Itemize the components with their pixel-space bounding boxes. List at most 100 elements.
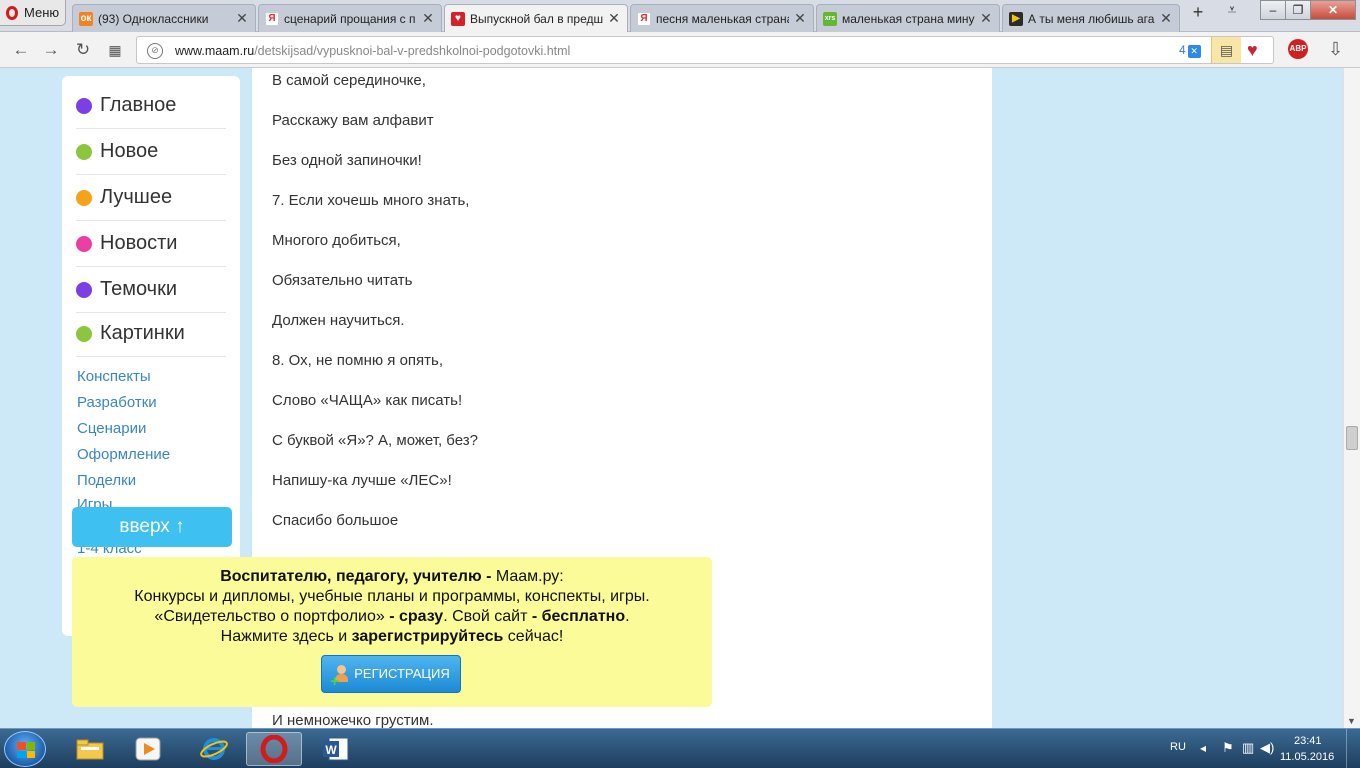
tab-minus[interactable]: xrs маленькая страна мину ✕	[816, 4, 1000, 32]
tab-title: А ты меня любишь ага	[1028, 11, 1155, 26]
tab-close-icon[interactable]: ✕	[1159, 10, 1173, 27]
sidebar-item-topics[interactable]: Темочки	[76, 267, 226, 313]
tab-close-icon[interactable]: ✕	[421, 10, 435, 27]
promo-line-1: Воспитателю, педагогу, учителю - Маам.ру…	[220, 568, 564, 585]
tab-close-icon[interactable]: ✕	[607, 10, 621, 27]
sidebar-item-best[interactable]: Лучшее	[76, 175, 226, 221]
tab-title: песня маленькая страна	[656, 11, 789, 26]
opera-icon[interactable]	[246, 732, 302, 766]
start-button[interactable]	[4, 731, 46, 767]
new-tab-icon[interactable]: +	[1184, 2, 1212, 23]
tab-title: Выпускной бал в предш	[470, 11, 603, 26]
maam-heart-icon: ♥	[451, 11, 465, 26]
scrollbar-thumb[interactable]	[1346, 426, 1358, 450]
tab-menu-icon[interactable]: ⩡	[1218, 2, 1246, 20]
word-icon[interactable]: W	[308, 732, 364, 766]
sidebar-link-scenarii[interactable]: Сценарии	[77, 420, 146, 437]
reload-icon[interactable]: ↻	[72, 40, 94, 60]
url-text[interactable]: www.maam.ru/detskijsad/vypusknoi-bal-v-p…	[175, 44, 570, 58]
adblock-plus-icon[interactable]: ABP	[1288, 39, 1308, 59]
odnoklassniki-icon: ок	[79, 11, 93, 26]
speed-dial-icon[interactable]: ▦	[104, 42, 126, 59]
maximize-icon[interactable]: ❐	[1285, 0, 1311, 20]
show-hidden-icons-icon[interactable]: ◂	[1200, 741, 1206, 755]
sidebar-link-podelki[interactable]: Поделки	[77, 472, 136, 489]
site-info-icon[interactable]: ⊘	[147, 43, 163, 59]
article-line: И немножечко грустим.	[272, 712, 434, 729]
file-explorer-icon[interactable]	[62, 732, 118, 766]
article-line: Спасибо большое	[272, 512, 399, 529]
language-indicator[interactable]: RU	[1170, 741, 1186, 753]
sidebar-link-oformlenie[interactable]: Оформление	[77, 446, 170, 463]
tab-close-icon[interactable]: ✕	[979, 10, 993, 27]
sidebar-item-new[interactable]: Новое	[76, 129, 226, 175]
bullet-icon	[76, 325, 92, 342]
yandex-icon: Я	[265, 11, 279, 26]
register-button-label: РЕГИСТРАЦИЯ	[354, 666, 450, 681]
minimize-icon[interactable]: –	[1260, 0, 1286, 20]
register-button[interactable]: + РЕГИСТРАЦИЯ	[321, 655, 461, 693]
article-line: Расскажу вам алфавит	[272, 112, 434, 129]
ad-blocker-badge[interactable]: 4 ✕	[1179, 43, 1201, 58]
back-icon[interactable]: ←	[10, 40, 32, 60]
registration-promo-banner[interactable]: Воспитателю, педагогу, учителю - Маам.ру…	[72, 557, 712, 707]
tab-vypusknoi-bal[interactable]: ♥ Выпускной бал в предш ✕	[444, 4, 628, 32]
show-desktop-button[interactable]	[1346, 729, 1360, 768]
sidebar-item-news[interactable]: Новости	[76, 221, 226, 267]
navigation-bar: ← → ↻ ▦ ⊘ www.maam.ru/detskijsad/vypuskn…	[0, 32, 1360, 68]
reading-list-icon[interactable]: ▤	[1211, 37, 1241, 63]
sidebar-item-label: Темочки	[100, 278, 177, 300]
forward-icon[interactable]: →	[40, 40, 62, 60]
action-center-flag-icon[interactable]: ⚑	[1222, 740, 1234, 756]
close-window-icon[interactable]: ✕	[1310, 0, 1356, 20]
article-line: Без одной запиночки!	[272, 152, 422, 169]
add-user-icon: +	[330, 665, 350, 690]
sidebar-item-label: Новое	[100, 140, 159, 162]
scroll-down-icon[interactable]: ▼	[1347, 716, 1356, 726]
tab-strip: Меню ок (93) Одноклассники ✕ Я сценарий …	[0, 0, 1360, 32]
tab-close-icon[interactable]: ✕	[235, 10, 249, 27]
tab-song[interactable]: Я песня маленькая страна ✕	[630, 4, 814, 32]
network-icon[interactable]: ▥	[1242, 740, 1254, 756]
article-line: Слово «ЧАЩА» как писать!	[272, 392, 463, 409]
opera-logo-icon	[6, 5, 18, 20]
sidebar-item-main[interactable]: Главное	[76, 83, 226, 129]
sidebar-link-konspekty[interactable]: Конспекты	[77, 368, 151, 385]
bullet-icon	[76, 97, 92, 114]
clock-date[interactable]: 11.05.2016	[1280, 751, 1334, 763]
tab-scenario[interactable]: Я сценарий прощания с п ✕	[258, 4, 442, 32]
opera-menu-button[interactable]: Меню	[0, 0, 66, 26]
article-line: С буквой «Я»? А, может, без?	[272, 432, 478, 449]
tab-odnoklassniki[interactable]: ок (93) Одноклассники ✕	[72, 4, 256, 32]
article-line: 7. Если хочешь много знать,	[272, 192, 470, 209]
windows-logo-icon	[17, 742, 35, 758]
sidebar-item-label: Лучшее	[100, 186, 173, 208]
internet-explorer-icon[interactable]	[186, 732, 242, 766]
bookmark-heart-icon[interactable]: ♥	[1247, 40, 1258, 61]
page-scrollbar[interactable]: ▼	[1343, 68, 1360, 728]
yandex-icon: Я	[637, 11, 651, 26]
article-line: 8. Ох, не помню я опять,	[272, 352, 444, 369]
tab-love[interactable]: ▶ А ты меня любишь ага ✕	[1002, 4, 1180, 32]
bullet-icon	[76, 235, 92, 252]
download-icon[interactable]: ⇩	[1328, 39, 1343, 60]
tab-title: (93) Одноклассники	[98, 11, 209, 26]
scroll-to-top-button[interactable]: вверх ↑	[72, 507, 232, 547]
tab-title: маленькая страна мину	[842, 11, 975, 26]
article-line: Обязательно читать	[272, 272, 413, 289]
tab-close-icon[interactable]: ✕	[793, 10, 807, 27]
article-line: В самой серединочке,	[272, 72, 426, 89]
bullet-icon	[76, 189, 92, 206]
bullet-icon	[76, 281, 92, 298]
promo-line-4: Нажмите здесь и зарегистрируйтесь сейчас…	[220, 628, 564, 645]
volume-icon[interactable]: ◀)	[1260, 740, 1274, 756]
address-bar[interactable]: ⊘ www.maam.ru/detskijsad/vypusknoi-bal-v…	[136, 36, 1274, 64]
clock-time[interactable]: 23:41	[1294, 735, 1322, 747]
sidebar-item-label: Главное	[100, 94, 177, 116]
media-player-icon[interactable]	[120, 732, 176, 766]
menu-label: Меню	[24, 5, 60, 20]
sidebar-item-label: Новости	[100, 232, 178, 254]
sidebar-link-razrabotki[interactable]: Разработки	[77, 394, 157, 411]
sidebar-item-pictures[interactable]: Картинки	[76, 311, 226, 357]
tab-title: сценарий прощания с п	[284, 11, 416, 26]
